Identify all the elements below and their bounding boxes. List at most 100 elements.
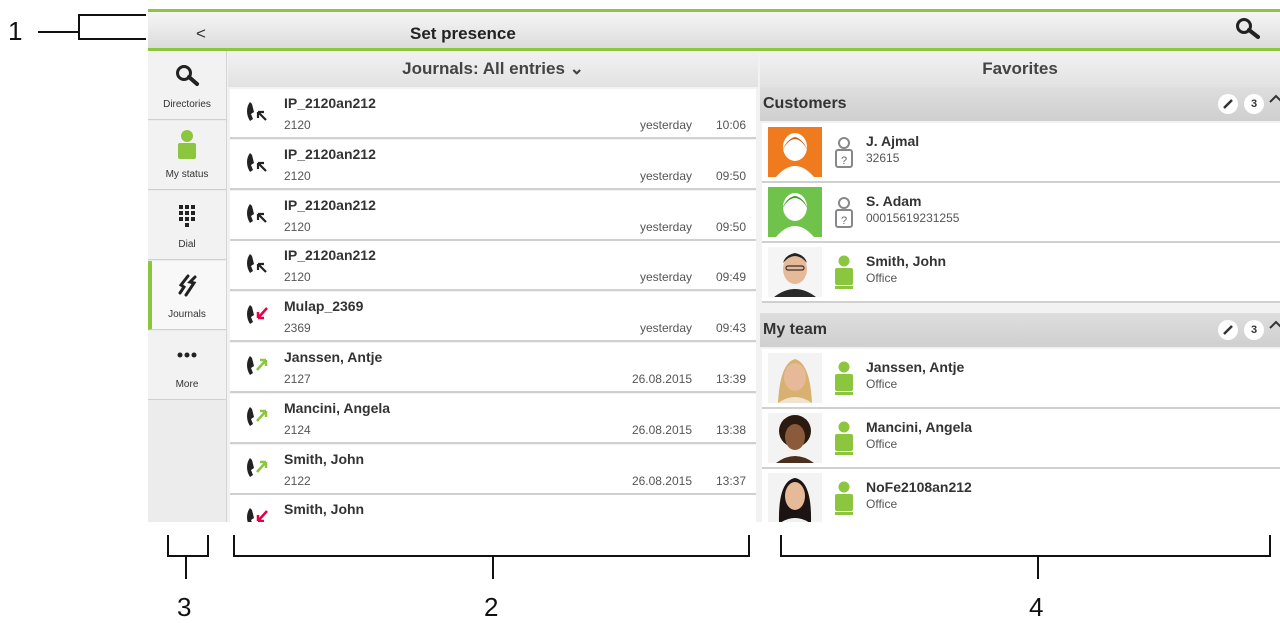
group-count-badge: 3 xyxy=(1244,320,1264,340)
missed-call-icon xyxy=(244,150,270,176)
person-status-icon xyxy=(178,130,196,159)
caller-name: IP_2120an212 xyxy=(284,95,376,111)
caller-name: Mancini, Angela xyxy=(284,399,391,416)
favorite-contact[interactable]: ? J. Ajmal 32615 xyxy=(762,123,1280,183)
contact-name: Janssen, Antje xyxy=(866,359,965,375)
side-navigation: Directories My status Dial Journals More xyxy=(148,51,227,522)
presence-unknown-icon: ? xyxy=(832,195,856,229)
favorite-contact[interactable]: NoFe2108an212 Office xyxy=(762,469,1280,522)
page-title: Set presence xyxy=(410,24,516,43)
callout-4-stem xyxy=(1037,557,1039,579)
favorites-header: Favorites xyxy=(760,51,1280,87)
nav-item-more[interactable]: More xyxy=(148,331,226,400)
group-title: My team xyxy=(763,321,828,338)
back-button[interactable]: < xyxy=(196,24,206,44)
call-time: 13:38 xyxy=(715,422,746,437)
caller-name: Smith, John xyxy=(284,501,365,518)
collapse-chevron-icon[interactable] xyxy=(1268,92,1280,106)
contact-detail: 32615 xyxy=(866,151,900,165)
contact-detail: Office xyxy=(866,437,898,451)
search-icon xyxy=(176,65,199,86)
callout-1: 1 xyxy=(8,16,23,46)
contact-detail: 00015619231255 xyxy=(866,211,960,225)
favorite-contact[interactable]: Smith, John Office xyxy=(762,243,1280,303)
journal-entry[interactable]: Smith, John 2122 26.08.2015 13:37 xyxy=(230,444,756,495)
presence-available-icon xyxy=(832,481,856,515)
caller-number: 2124 xyxy=(284,422,311,437)
nav-label: My status xyxy=(165,169,209,180)
contact-detail: Office xyxy=(866,271,898,285)
caller-name: IP_2120an212 xyxy=(284,196,376,213)
favorite-contact[interactable]: Janssen, Antje Office xyxy=(762,349,1280,409)
edit-pencil-icon[interactable] xyxy=(1218,320,1238,340)
call-date: yesterday xyxy=(639,321,692,336)
caller-name: IP_2120an212 xyxy=(284,247,376,264)
group-count-badge: 3 xyxy=(1244,94,1264,114)
presence-available-icon xyxy=(832,255,856,289)
incoming-call-icon xyxy=(244,302,270,328)
journal-entry[interactable]: IP_2120an212 2120 yesterday 10:06 xyxy=(230,89,756,139)
avatar xyxy=(768,187,822,237)
search-icon[interactable] xyxy=(1234,16,1262,42)
caller-number: 2369 xyxy=(284,321,311,336)
avatar xyxy=(768,247,822,297)
presence-available-icon xyxy=(832,421,856,455)
contact-name: NoFe2108an212 xyxy=(866,479,972,495)
journal-entry[interactable]: Janssen, Antje 2127 26.08.2015 13:39 xyxy=(230,343,756,393)
callout-2: 2 xyxy=(484,592,499,622)
presence-unknown-icon: ? xyxy=(832,135,856,169)
outgoing-call-icon xyxy=(244,455,270,481)
call-date: yesterday xyxy=(639,270,692,285)
caller-number: 2127 xyxy=(284,372,311,386)
journal-entry[interactable]: IP_2120an212 2120 yesterday 09:50 xyxy=(230,139,756,190)
journal-entry[interactable]: Smith, John xyxy=(230,495,756,522)
callout-3: 3 xyxy=(177,592,192,622)
caller-name: IP_2120an212 xyxy=(284,145,376,162)
call-time: 10:06 xyxy=(715,118,746,132)
journal-entry[interactable]: Mancini, Angela 2124 26.08.2015 13:38 xyxy=(230,393,756,444)
favorite-contact[interactable]: ? S. Adam 00015619231255 xyxy=(762,183,1280,243)
caller-number: 2120 xyxy=(284,118,311,132)
call-time: 09:43 xyxy=(715,321,746,336)
call-date: 26.08.2015 xyxy=(631,473,692,488)
caller-name: Janssen, Antje xyxy=(284,349,383,365)
nav-item-my-status[interactable]: My status xyxy=(148,121,226,190)
avatar xyxy=(768,473,822,522)
contact-name: Mancini, Angela xyxy=(866,419,973,435)
collapse-chevron-icon[interactable] xyxy=(1268,318,1280,332)
svg-text:?: ? xyxy=(841,215,847,227)
group-title: Customers xyxy=(763,95,847,112)
contact-name: Smith, John xyxy=(866,253,947,269)
callout-3-bracket xyxy=(167,535,209,557)
contact-name: S. Adam xyxy=(866,193,922,209)
svg-text:?: ? xyxy=(841,155,847,167)
journals-icon xyxy=(178,274,197,297)
nav-item-dial[interactable]: Dial xyxy=(148,191,226,260)
journal-entry[interactable]: IP_2120an212 2120 yesterday 09:49 xyxy=(230,241,756,292)
callout-4-bracket xyxy=(780,535,1271,557)
call-time: 09:49 xyxy=(715,270,746,285)
favorites-group-header: Customers 3 xyxy=(760,87,1280,121)
nav-item-journals[interactable]: Journals xyxy=(148,261,226,330)
favorite-contact[interactable]: Mancini, Angela Office xyxy=(762,409,1280,469)
call-time: 09:50 xyxy=(715,168,746,183)
callout-2-bracket xyxy=(233,535,750,557)
journals-filter-dropdown[interactable]: Journals: All entries ⌄ xyxy=(228,51,758,87)
dialpad-icon xyxy=(179,205,195,227)
journal-entry[interactable]: IP_2120an212 2120 yesterday 09:50 xyxy=(230,190,756,241)
missed-call-icon xyxy=(244,99,270,125)
edit-pencil-icon[interactable] xyxy=(1218,94,1238,114)
callout-3-stem xyxy=(185,557,187,579)
call-time: 09:50 xyxy=(715,219,746,234)
app-window: < Set presence Directories My status Dia… xyxy=(148,9,1280,522)
journal-entry[interactable]: Mulap_2369 2369 yesterday 09:43 xyxy=(230,292,756,343)
call-time: 13:39 xyxy=(715,372,746,386)
nav-item-directories[interactable]: Directories xyxy=(148,51,226,120)
outgoing-call-icon xyxy=(244,404,270,430)
nav-label: Directories xyxy=(163,99,211,110)
top-bar: < Set presence xyxy=(148,9,1280,51)
favorites-group-header: My team 3 xyxy=(760,313,1280,347)
call-date: yesterday xyxy=(639,168,692,183)
caller-number: 2120 xyxy=(284,168,311,183)
call-date: yesterday xyxy=(639,219,692,234)
